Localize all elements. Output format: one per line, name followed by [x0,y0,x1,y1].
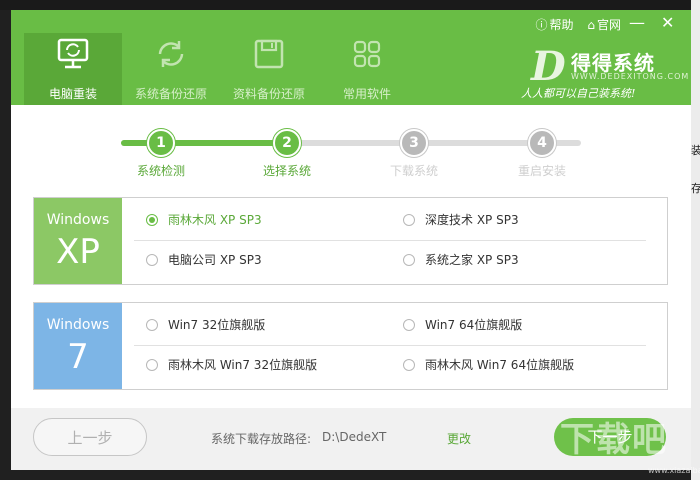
apps-grid-icon [353,40,381,68]
radio-selected[interactable] [146,213,158,226]
option-label: 雨林木风 XP SP3 [168,213,262,227]
radio[interactable] [403,253,415,266]
option-label: 电脑公司 XP SP3 [168,253,262,267]
tab-reinstall-label: 电脑重装 [48,87,97,101]
radio[interactable] [403,213,415,226]
option-label: 雨林木风 Win7 32位旗舰版 [168,358,318,372]
os-badge-win7: Windows 7 [34,303,122,389]
background-window-strip: 装 存 [691,0,700,480]
sync-icon [158,41,184,67]
option-xtzj-xp[interactable]: 系统之家 XP SP3 [403,252,519,268]
help-icon: ⓘ [535,18,548,32]
os-group-xp: Windows XP 雨林木风 XP SP3 深度技术 XP SP3 电脑公司 … [33,197,668,285]
os-badge-version: XP [56,232,100,272]
download-path-value: D:\DedeXT [322,430,387,444]
progress-steps: 1 2 3 4 系统检测 选择系统 下载系统 重启安装 [11,105,691,195]
logo-domain: WWW.DEDEXITONG.COM [571,72,690,81]
tab-common-software[interactable]: 常用软件 [318,33,416,105]
step-4-circle: 4 [528,129,556,157]
tab-data-backup[interactable]: 资料备份还原 [220,33,318,105]
tab-reinstall[interactable]: 电脑重装 [24,33,122,105]
close-button[interactable]: ✕ [661,13,674,32]
option-win7-64[interactable]: Win7 64位旗舰版 [403,317,522,333]
option-label: Win7 64位旗舰版 [425,318,523,332]
step-1-circle: 1 [147,129,175,157]
download-path-label: 系统下载存放路径: [211,432,312,446]
save-disk-icon [254,39,284,69]
option-shendu-xp[interactable]: 深度技术 XP SP3 [403,212,519,228]
step-3-circle: 3 [400,129,428,157]
help-label: 帮助 [549,18,574,32]
radio[interactable] [146,318,158,331]
tab-data-backup-label: 资料备份还原 [232,87,305,101]
option-dngs-xp[interactable]: 电脑公司 XP SP3 [146,252,262,268]
option-ylmf-win7-64[interactable]: 雨林木风 Win7 64位旗舰版 [403,357,574,373]
option-label: 雨林木风 Win7 64位旗舰版 [425,358,575,372]
background-text: 存 [691,182,700,195]
tab-system-backup[interactable]: 系统备份还原 [122,33,220,105]
prev-button[interactable]: 上一步 [33,418,147,456]
option-ylmf-xp[interactable]: 雨林木风 XP SP3 [146,212,262,228]
help-link[interactable]: ⓘ 帮助 [536,18,574,32]
option-label: 深度技术 XP SP3 [425,213,519,227]
top-links: ⓘ 帮助 ⌂ 官网 [526,16,622,33]
minimize-button[interactable]: — [629,13,645,32]
os-badge-name: Windows [46,317,110,333]
option-label: 系统之家 XP SP3 [425,253,519,267]
header-bar: 电脑重装 系统备份还原 资料备份还原 常用软件 ⓘ 帮助 ⌂ 官网 — ✕ D … [11,10,691,105]
brand-logo: D 得得系统 WWW.DEDEXITONG.COM 人人都可以自己装系统! [521,43,688,101]
step-2-circle: 2 [273,129,301,157]
radio[interactable] [403,318,415,331]
logo-slogan: 人人都可以自己装系统! [521,87,636,100]
os-badge-xp: Windows XP [34,198,122,284]
logo-d-mark-icon: D [531,43,566,90]
option-win7-32[interactable]: Win7 32位旗舰版 [146,317,265,333]
group-divider [134,345,646,346]
watermark-logo: 下载吧 [560,420,668,460]
site-label: 官网 [596,18,621,32]
os-group-win7: Windows 7 Win7 32位旗舰版 Win7 64位旗舰版 雨林木风 W… [33,302,668,390]
site-link[interactable]: ⌂ 官网 [587,18,621,32]
monitor-refresh-icon [57,38,89,69]
step-3-label: 下载系统 [389,164,438,178]
os-badge-name: Windows [46,212,110,228]
option-label: Win7 32位旗舰版 [168,318,266,332]
group-divider [134,240,646,241]
desktop-background-top [0,0,700,10]
radio[interactable] [146,358,158,371]
step-1-label: 系统检测 [136,164,185,178]
tab-system-backup-label: 系统备份还原 [134,87,207,101]
step-2-label: 选择系统 [262,164,311,178]
radio[interactable] [403,358,415,371]
option-ylmf-win7-32[interactable]: 雨林木风 Win7 32位旗舰版 [146,357,317,373]
radio[interactable] [146,253,158,266]
watermark-url: www.xiazaiba.com [648,466,700,475]
background-text: 装 [691,144,700,157]
tab-common-software-label: 常用软件 [342,87,391,101]
os-badge-version: 7 [67,337,89,377]
step-4-label: 重启安装 [517,164,566,178]
installer-window: 电脑重装 系统备份还原 资料备份还原 常用软件 ⓘ 帮助 ⌂ 官网 — ✕ D … [11,10,691,470]
home-icon: ⌂ [587,18,595,32]
change-path-link[interactable]: 更改 [447,430,471,447]
